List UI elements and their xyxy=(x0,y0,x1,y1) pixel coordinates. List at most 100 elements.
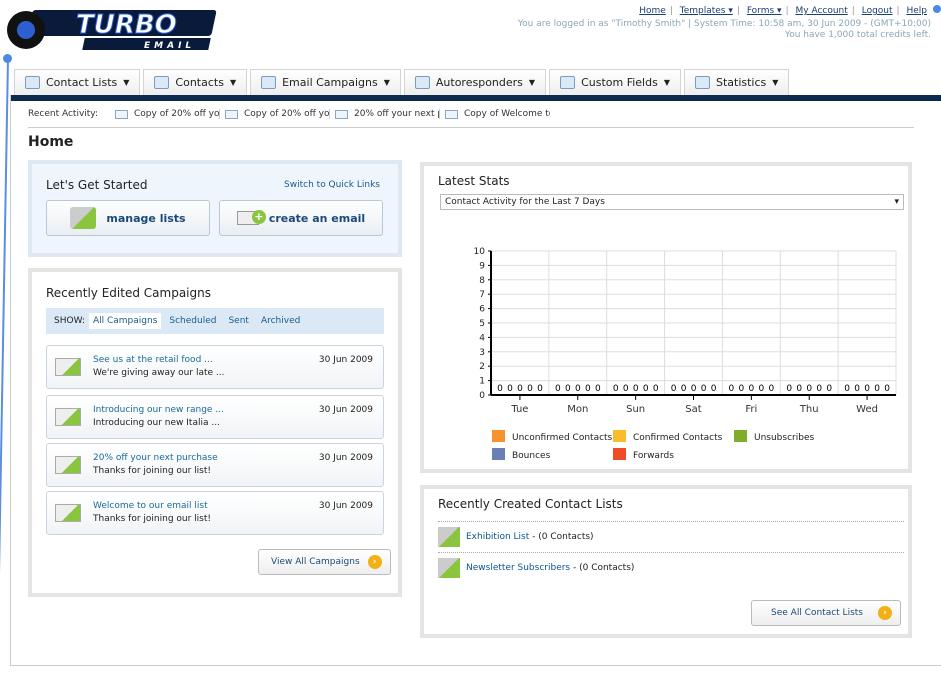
templates-link[interactable]: Templates ▾ xyxy=(680,6,733,16)
tab-label: Email Campaigns xyxy=(282,76,378,89)
legend-label: Forwards xyxy=(633,451,674,461)
create-email-button[interactable]: + create an email xyxy=(219,200,383,236)
campaign-date: 30 Jun 2009 xyxy=(318,405,373,415)
campaign-icon xyxy=(55,408,81,426)
logout-link[interactable]: Logout xyxy=(862,6,893,16)
data-label: 0 xyxy=(527,384,533,394)
contact-count: - (0 Contacts) xyxy=(570,562,635,573)
envelope-icon xyxy=(225,109,238,119)
data-label: 0 xyxy=(874,384,880,394)
tab-contacts[interactable]: Contacts ▼ xyxy=(143,69,248,95)
contact-list-link[interactable]: Exhibition List xyxy=(466,532,529,542)
campaign-snippet: Thanks for joining our list! xyxy=(93,514,212,524)
templates-label: Templates xyxy=(679,6,726,16)
contact-list-link[interactable]: Newsletter Subscribers xyxy=(466,563,570,573)
data-label: 0 xyxy=(681,384,687,394)
tab-label: Contacts xyxy=(175,76,224,89)
data-label: 0 xyxy=(701,384,707,394)
recent-item-label: 20% off your next p xyxy=(354,109,440,119)
recent-activity-label: Recent Activity: xyxy=(28,109,99,119)
recent-activity: Recent Activity: Copy of 20% off yo Copy… xyxy=(28,109,550,119)
x-tick-label: Sun xyxy=(626,404,645,415)
campaign-snippet: We're giving away our late ... xyxy=(93,368,225,378)
help-link[interactable]: Help xyxy=(906,6,927,16)
manage-lists-icon xyxy=(70,207,97,229)
home-link[interactable]: Home xyxy=(639,6,666,16)
recent-campaigns-panel: Recently Edited Campaigns SHOW: All Camp… xyxy=(28,268,402,597)
chevron-down-icon: ▼ xyxy=(123,78,130,87)
tab-label: Statistics xyxy=(715,76,767,89)
tab-email-campaigns[interactable]: Email Campaigns ▼ xyxy=(250,69,401,95)
data-label: 0 xyxy=(769,384,775,394)
my-account-link[interactable]: My Account xyxy=(796,6,848,16)
y-tick-label: 3 xyxy=(479,348,485,358)
svg-text:TURBO: TURBO xyxy=(76,10,177,40)
tab-custom-fields[interactable]: Custom Fields ▼ xyxy=(549,69,681,95)
data-label: 0 xyxy=(643,384,649,394)
y-tick-label: 1 xyxy=(479,377,485,387)
show-label: SHOW: xyxy=(54,316,85,326)
data-label: 0 xyxy=(613,384,619,394)
bar-chart-icon xyxy=(694,76,710,89)
campaign-title[interactable]: Welcome to our email list xyxy=(93,501,208,511)
campaign-title[interactable]: Introducing our new range ... xyxy=(93,405,224,415)
campaign-icon xyxy=(55,358,81,376)
envelope-icon xyxy=(445,109,458,119)
recent-item[interactable]: Copy of 20% off yo xyxy=(220,109,330,119)
data-label: 0 xyxy=(497,384,503,394)
recent-item[interactable]: 20% off your next p xyxy=(330,109,440,119)
campaign-snippet: Thanks for joining our list! xyxy=(93,466,212,476)
y-tick-label: 5 xyxy=(479,319,485,329)
custom-fields-icon xyxy=(560,76,576,89)
recent-item-label: Copy of Welcome to xyxy=(464,109,550,119)
manage-lists-button[interactable]: manage lists xyxy=(46,200,210,236)
campaign-item[interactable]: Welcome to our email list Thanks for join… xyxy=(46,491,384,535)
data-label: 0 xyxy=(844,384,850,394)
legend-label: Unsubscribes xyxy=(754,433,814,443)
filter-sent[interactable]: Sent xyxy=(224,313,252,329)
recent-item-label: Copy of 20% off yo xyxy=(134,109,220,119)
campaign-filter: SHOW: All Campaigns Scheduled Sent Archi… xyxy=(46,308,384,334)
tab-label: Custom Fields xyxy=(581,76,658,89)
contact-activity-chart: 012345678910Tue0 0 0 0 0Mon0 0 0 0 0Sun0 0 0 0 0Sat0… xyxy=(474,247,897,461)
data-label: 0 xyxy=(739,384,745,394)
view-all-campaigns-button[interactable]: View All Campaigns › xyxy=(258,549,391,575)
campaign-title[interactable]: See us at the retail food ... xyxy=(93,355,213,365)
x-tick-label: Sat xyxy=(685,404,701,415)
svg-text:EMAIL: EMAIL xyxy=(144,41,195,51)
recent-item-label: Copy of 20% off yo xyxy=(244,109,330,119)
tab-contact-lists[interactable]: Contact Lists ▼ xyxy=(14,69,141,95)
data-label: 0 xyxy=(786,384,792,394)
forms-link[interactable]: Forms ▾ xyxy=(747,6,782,16)
list-item: Exhibition List - (0 Contacts) xyxy=(438,521,904,551)
recent-item[interactable]: Copy of Welcome to xyxy=(440,109,550,119)
legend-swatch xyxy=(613,448,626,460)
turbo-email-logo[interactable]: TURBO EMAIL xyxy=(4,4,220,52)
y-tick-label: 8 xyxy=(479,276,485,286)
campaign-item[interactable]: 20% off your next purchase Thanks for joi… xyxy=(46,443,384,487)
data-label: 0 xyxy=(653,384,659,394)
switch-quick-links-link[interactable]: Switch to Quick Links xyxy=(284,180,380,190)
latest-stats-panel: Latest Stats Contact Activity for the La… xyxy=(420,162,912,473)
data-label: 0 xyxy=(565,384,571,394)
filter-archived[interactable]: Archived xyxy=(257,313,304,329)
campaign-item[interactable]: Introducing our new range ... Introducing… xyxy=(46,395,384,439)
data-label: 0 xyxy=(691,384,697,394)
tab-statistics[interactable]: Statistics ▼ xyxy=(683,69,790,95)
filter-scheduled[interactable]: Scheduled xyxy=(165,313,220,329)
panel-title: Recently Created Contact Lists xyxy=(438,497,623,511)
campaign-title[interactable]: 20% off your next purchase xyxy=(93,453,218,463)
data-label: 0 xyxy=(623,384,629,394)
campaign-item[interactable]: See us at the retail food ... We're givin… xyxy=(46,345,384,389)
panel-title: Let's Get Started xyxy=(46,178,148,192)
data-label: 0 xyxy=(759,384,765,394)
tab-autoresponders[interactable]: Autoresponders ▼ xyxy=(403,69,547,95)
y-tick-label: 0 xyxy=(479,391,485,401)
see-all-contact-lists-button[interactable]: See All Contact Lists › xyxy=(751,600,901,626)
autoresponder-icon xyxy=(414,76,430,89)
legend-label: Unconfirmed Contacts xyxy=(512,433,613,443)
filter-all-campaigns[interactable]: All Campaigns xyxy=(88,313,162,329)
legend-label: Confirmed Contacts xyxy=(633,433,723,443)
data-label: 0 xyxy=(816,384,822,394)
recent-item[interactable]: Copy of 20% off yo xyxy=(110,109,220,119)
